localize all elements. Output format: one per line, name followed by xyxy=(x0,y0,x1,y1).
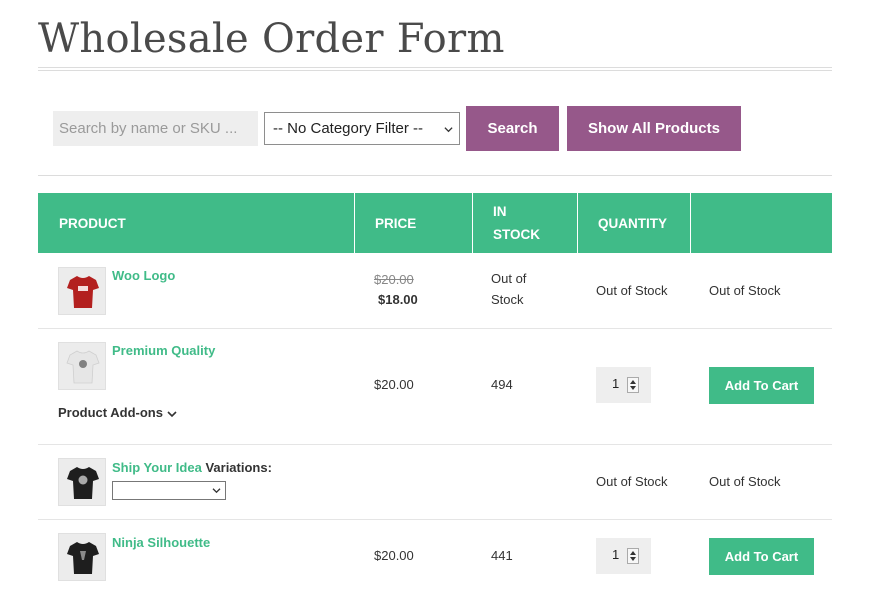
increment-arrow-icon[interactable] xyxy=(630,380,636,384)
stock-status: Stock xyxy=(491,292,524,307)
row-divider xyxy=(38,328,832,329)
quantity-value: 1 xyxy=(612,376,620,391)
quantity-value: 1 xyxy=(612,547,620,562)
sale-price: $18.00 xyxy=(378,292,418,307)
product-link[interactable]: Ninja Silhouette xyxy=(112,535,210,550)
price: $20.00 xyxy=(374,548,414,563)
header-quantity: QUANTITY xyxy=(598,215,667,231)
variations-label: Variations: xyxy=(205,460,272,475)
header-separator xyxy=(354,193,355,253)
product-addons-label: Product Add-ons xyxy=(58,405,163,420)
quantity-stepper[interactable]: 1 xyxy=(596,538,651,574)
header-in-stock-line2: STOCK xyxy=(493,227,541,242)
header-in-stock-line1: IN xyxy=(493,204,507,219)
decrement-arrow-icon[interactable] xyxy=(630,557,636,561)
add-to-cart-button[interactable]: Add To Cart xyxy=(709,538,814,575)
header-product: PRODUCT xyxy=(59,215,126,231)
header-price: PRICE xyxy=(375,215,417,231)
page-title: Wholesale Order Form xyxy=(38,16,505,62)
title-divider xyxy=(38,67,832,68)
quantity-stepper[interactable]: 1 xyxy=(596,367,651,403)
show-all-products-button[interactable]: Show All Products xyxy=(567,106,741,151)
regular-price: $20.00 xyxy=(374,272,414,287)
chevron-down-icon xyxy=(167,410,177,417)
header-separator xyxy=(690,193,691,253)
stock-count: 441 xyxy=(491,548,513,563)
product-thumbnail[interactable] xyxy=(58,458,106,506)
tshirt-icon xyxy=(67,276,99,308)
price: $20.00 xyxy=(374,377,414,392)
product-thumbnail[interactable] xyxy=(58,267,106,315)
category-filter-value: -- No Category Filter -- xyxy=(273,120,424,137)
header-in-stock: IN STOCK xyxy=(493,193,540,253)
product-thumbnail[interactable] xyxy=(58,533,106,581)
category-filter-select[interactable]: -- No Category Filter -- xyxy=(264,112,460,145)
quantity-out-of-stock: Out of Stock xyxy=(596,474,668,489)
product-title-line: Ship Your Idea Variations: xyxy=(112,460,272,475)
table-header: PRODUCT PRICE IN STOCK QUANTITY xyxy=(38,193,832,253)
chevron-down-icon xyxy=(212,488,221,494)
spinner-arrows[interactable] xyxy=(627,548,639,564)
product-link[interactable]: Ship Your Idea xyxy=(112,460,202,475)
add-to-cart-button[interactable]: Add To Cart xyxy=(709,367,814,404)
search-input[interactable] xyxy=(53,111,258,146)
row-divider xyxy=(38,519,832,520)
product-link[interactable]: Woo Logo xyxy=(112,268,175,283)
stock-status: Out of xyxy=(491,271,527,286)
tshirt-icon xyxy=(66,350,100,384)
chevron-down-icon xyxy=(444,127,453,133)
spinner-arrows[interactable] xyxy=(627,377,639,393)
search-button[interactable]: Search xyxy=(466,106,559,151)
increment-arrow-icon[interactable] xyxy=(630,551,636,555)
tshirt-icon xyxy=(67,467,99,499)
action-out-of-stock: Out of Stock xyxy=(709,283,781,298)
row-divider xyxy=(38,444,832,445)
header-separator xyxy=(472,193,473,253)
header-separator xyxy=(577,193,578,253)
product-addons-toggle[interactable]: Product Add-ons xyxy=(58,405,177,420)
decrement-arrow-icon[interactable] xyxy=(630,386,636,390)
variation-select[interactable] xyxy=(112,481,226,500)
product-thumbnail[interactable] xyxy=(58,342,106,390)
product-link[interactable]: Premium Quality xyxy=(112,343,215,358)
action-out-of-stock: Out of Stock xyxy=(709,474,781,489)
quantity-out-of-stock: Out of Stock xyxy=(596,283,668,298)
tshirt-icon xyxy=(67,542,99,574)
toolbar-divider xyxy=(38,175,832,176)
title-divider xyxy=(38,70,832,71)
stock-count: 494 xyxy=(491,377,513,392)
